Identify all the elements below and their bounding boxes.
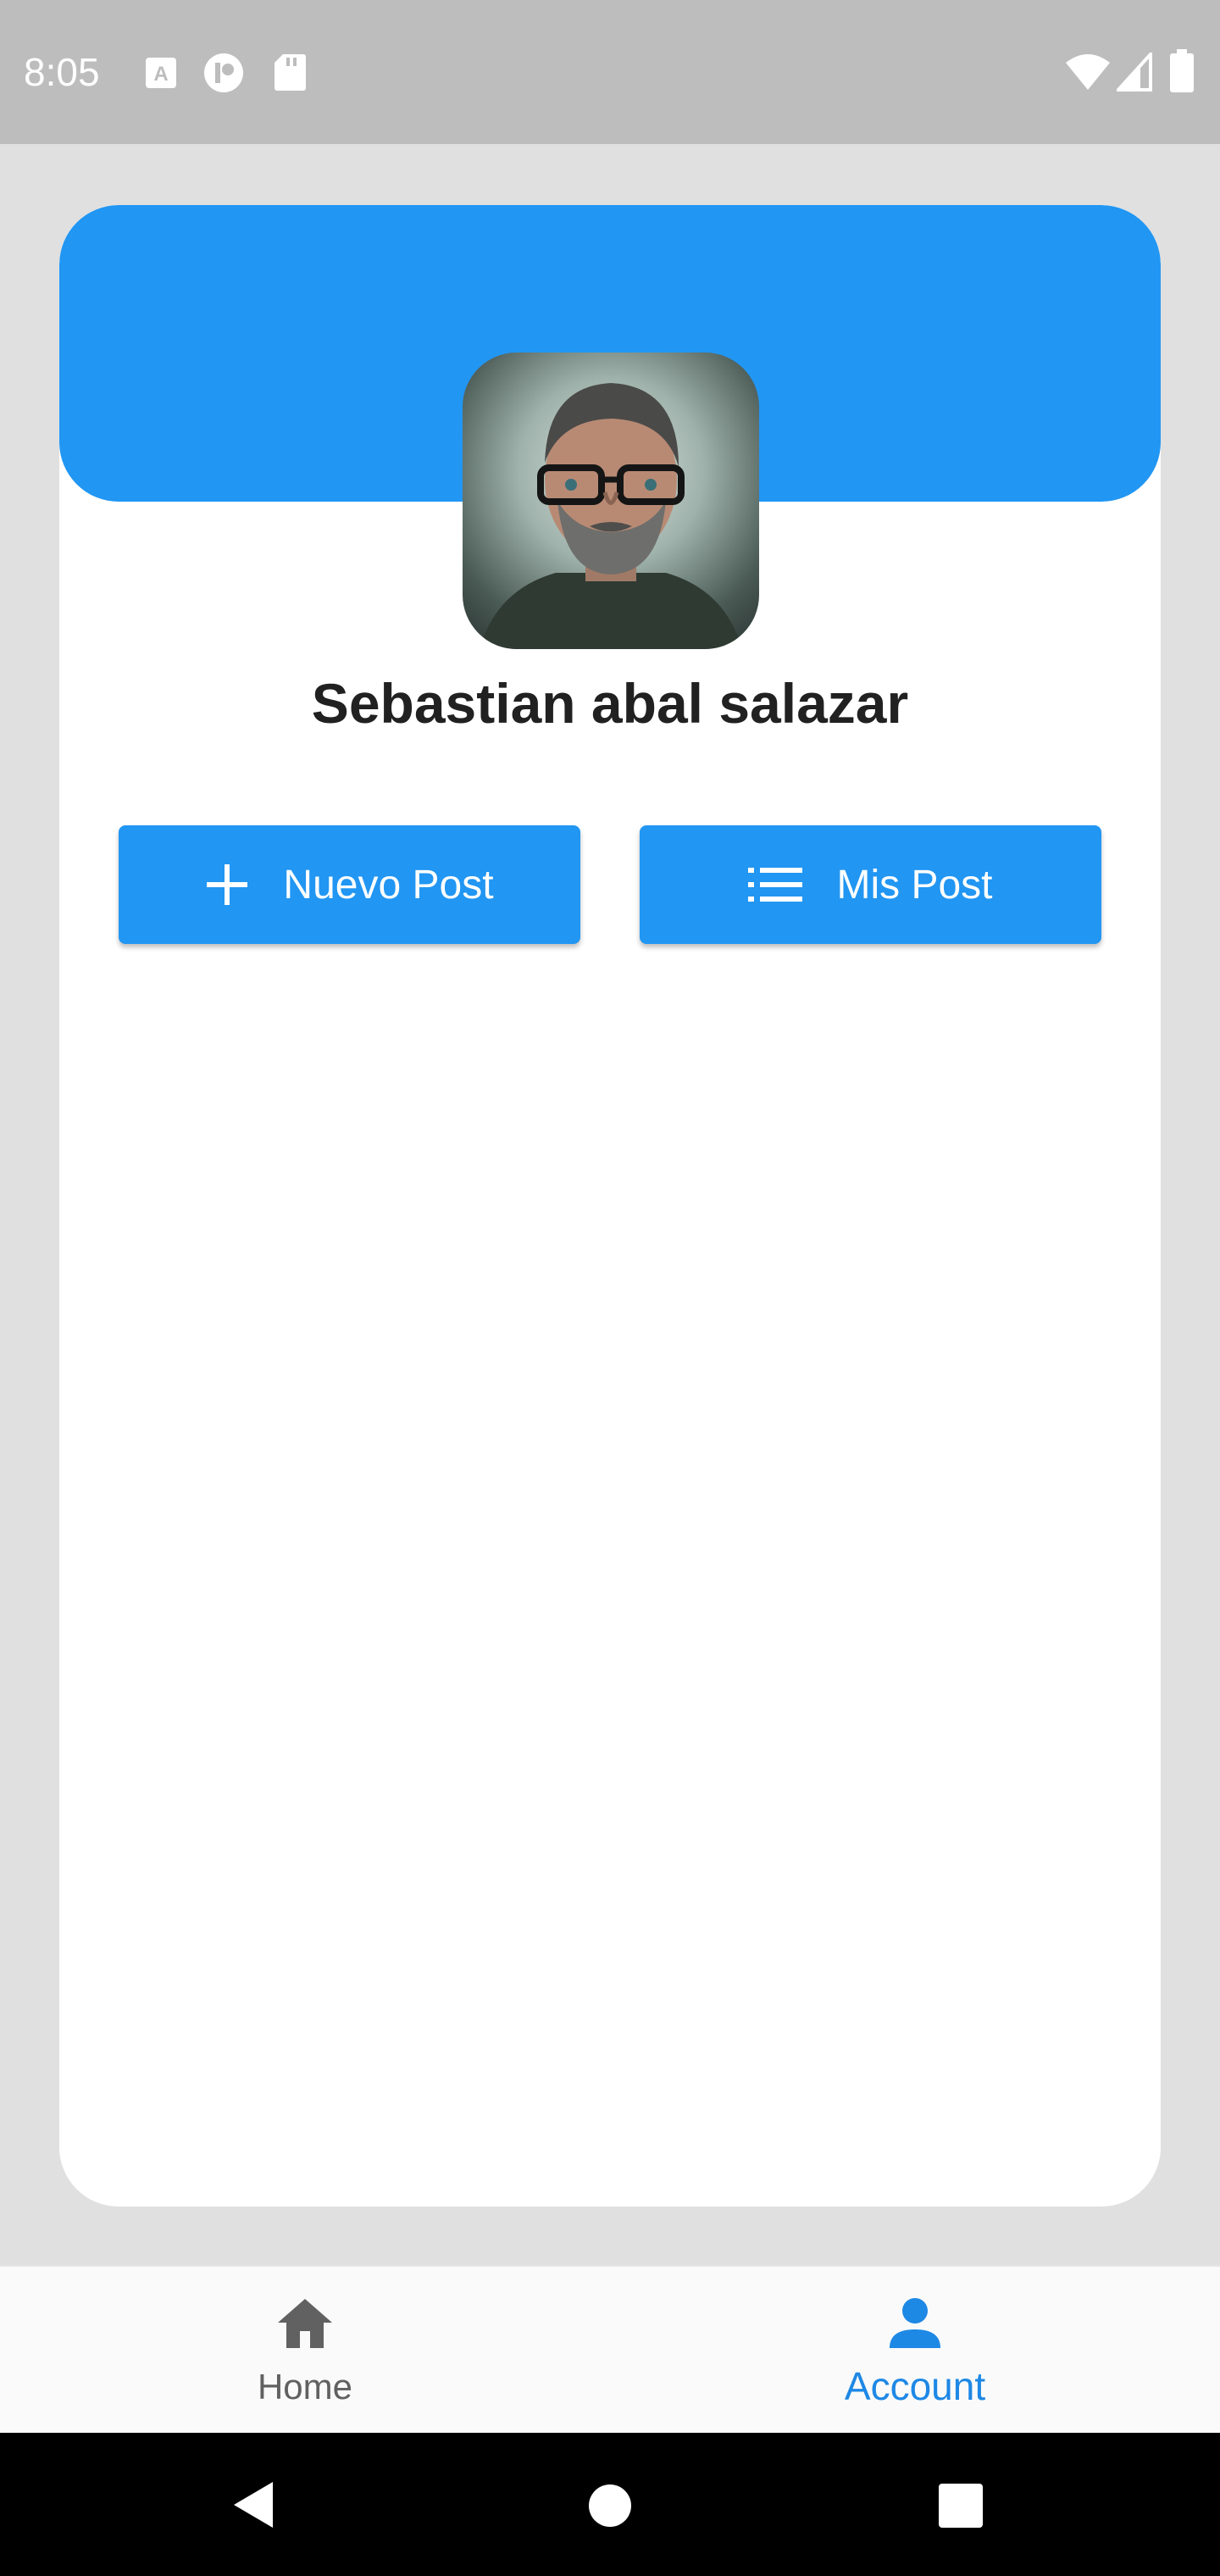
profile-card: Sebastian abal salazar Nuevo Post Mis Po… (59, 205, 1161, 2207)
back-icon[interactable] (230, 2480, 278, 2529)
status-time: 8:05 (24, 50, 100, 94)
p-icon (204, 53, 243, 92)
nav-item-account[interactable]: Account (610, 2267, 1220, 2434)
signal-icon (1117, 53, 1152, 92)
avatar (463, 353, 759, 649)
bottom-navigation: Home Account (0, 2265, 1220, 2433)
nav-item-home[interactable]: Home (0, 2267, 610, 2434)
person-icon (890, 2298, 940, 2348)
my-posts-button[interactable]: Mis Post (640, 825, 1101, 944)
plus-icon (207, 864, 248, 905)
battery-icon (1170, 49, 1194, 92)
system-navigation-bar (0, 2433, 1220, 2576)
home-circle-icon[interactable] (588, 2484, 632, 2528)
user-name: Sebastian abal salazar (311, 672, 909, 735)
status-bar: 8:05 A (0, 0, 1220, 144)
new-post-label: Nuevo Post (283, 862, 494, 908)
nav-label-home: Home (257, 2367, 353, 2407)
wifi-icon (1066, 54, 1110, 90)
a-icon: A (146, 58, 176, 88)
sd-card-icon (274, 54, 306, 91)
profile-photo (480, 383, 742, 649)
home-icon (278, 2299, 332, 2348)
my-posts-label: Mis Post (836, 862, 993, 908)
recents-icon[interactable] (939, 2484, 983, 2528)
new-post-button[interactable]: Nuevo Post (119, 825, 580, 944)
nav-label-account: Account (844, 2364, 986, 2408)
svg-text:A: A (153, 63, 168, 86)
list-icon (748, 868, 803, 902)
